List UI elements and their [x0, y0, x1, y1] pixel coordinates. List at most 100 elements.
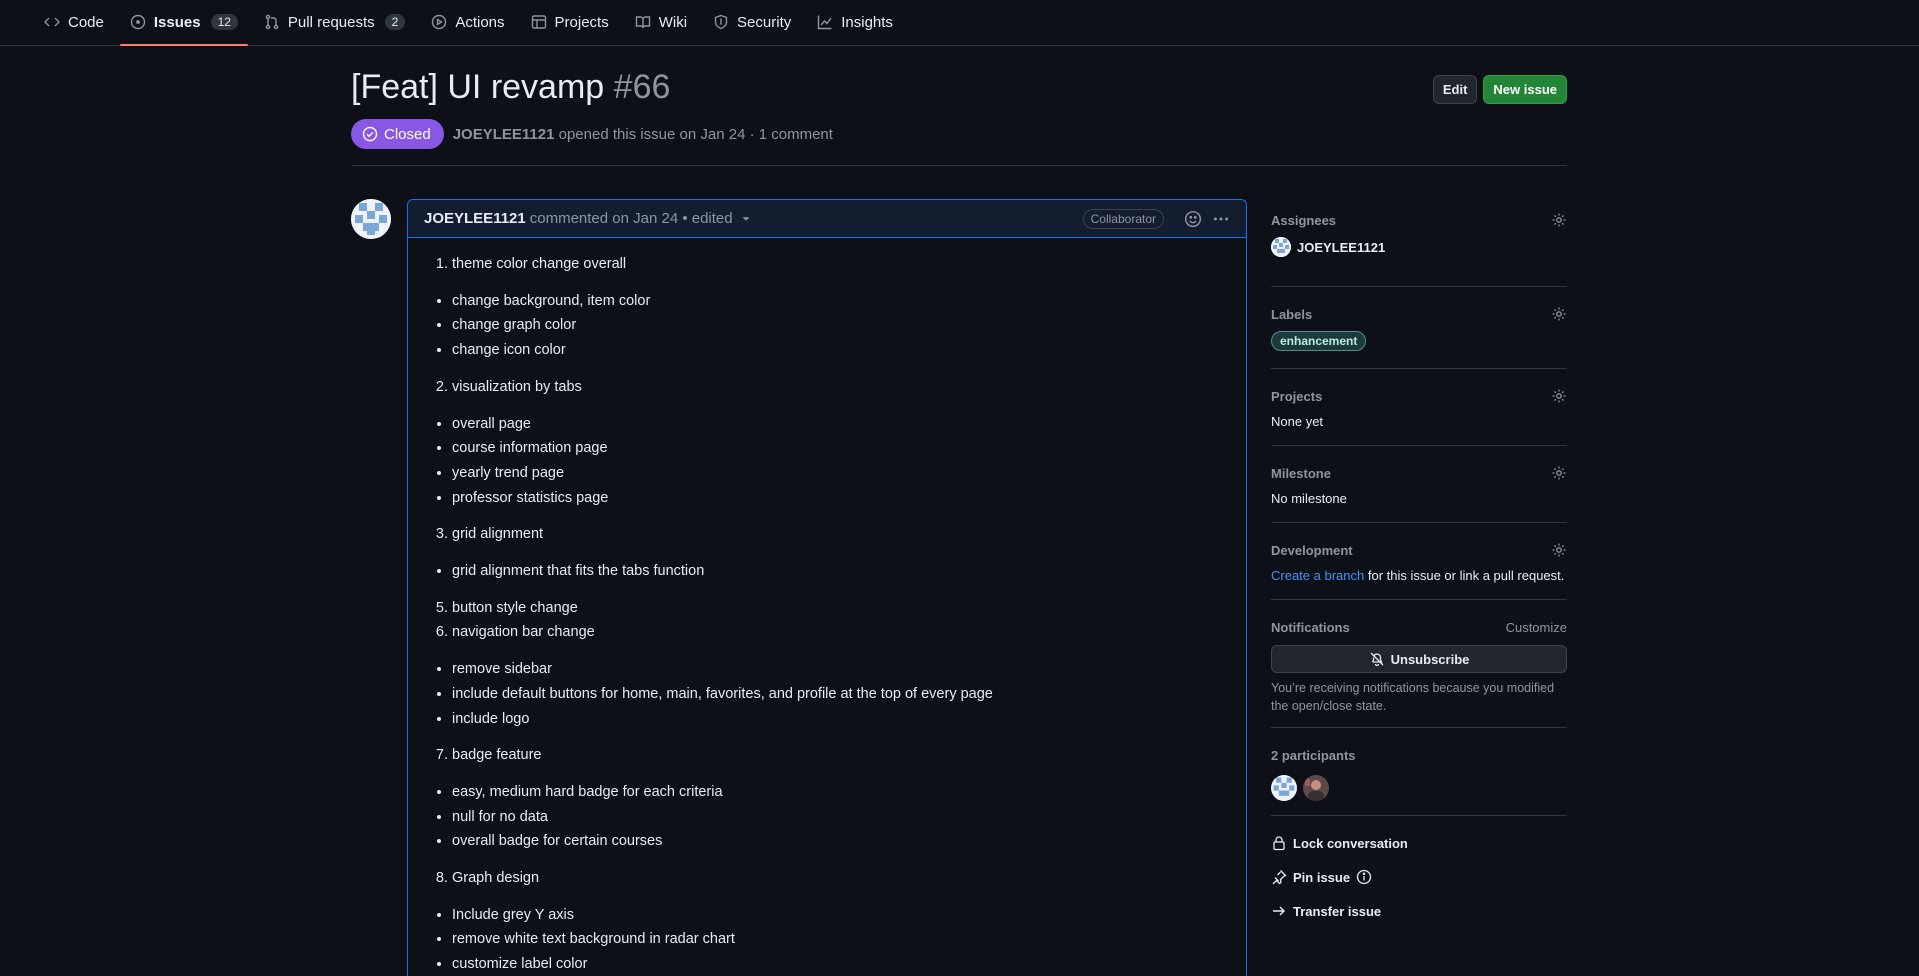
avatar: [1271, 237, 1291, 257]
bullet-list: change background, item color change gra…: [436, 289, 1230, 363]
issue-actions: Lock conversation Pin issue Transfer iss…: [1271, 816, 1567, 928]
new-issue-button[interactable]: New issue: [1483, 75, 1567, 104]
list-item: button style change: [452, 596, 1230, 621]
ordered-list: badge feature: [436, 743, 1230, 768]
gear-icon[interactable]: [1551, 388, 1567, 404]
milestone-value: No milestone: [1271, 491, 1347, 506]
tab-wiki-label: Wiki: [658, 13, 688, 31]
bell-slash-icon: [1370, 652, 1384, 667]
tab-actions[interactable]: Actions: [421, 0, 514, 45]
lock-icon: [1273, 836, 1285, 851]
kebab-horizontal-icon[interactable]: [1212, 210, 1230, 228]
list-item: yearly trend page: [452, 461, 1230, 486]
unsubscribe-button[interactable]: Unsubscribe: [1271, 645, 1567, 673]
projects-heading: Projects: [1271, 388, 1323, 404]
avatar[interactable]: [351, 199, 391, 239]
list-item: customize label color: [452, 952, 1230, 976]
pull-requests-counter: 2: [384, 14, 406, 30]
comment-header: JOEYLEE1121 commented on Jan 24 • edited…: [408, 200, 1246, 238]
list-item: include logo: [452, 707, 1230, 732]
list-item: null for no data: [452, 805, 1230, 830]
tab-code[interactable]: Code: [34, 0, 114, 45]
avatar[interactable]: [1303, 775, 1329, 801]
edit-button[interactable]: Edit: [1432, 75, 1478, 104]
list-item: overall page: [452, 412, 1230, 437]
issue-sidebar: Assignees JOEYLEE1121 Labels enhancement…: [1271, 210, 1567, 928]
projects-value: None yet: [1271, 414, 1324, 429]
notification-reason: You’re receiving notifications because y…: [1271, 681, 1555, 713]
list-item: remove sidebar: [452, 657, 1230, 682]
list-item: navigation bar change: [452, 620, 1230, 645]
tab-insights-label: Insights: [841, 13, 893, 31]
assignee-name: JOEYLEE1121: [1297, 239, 1386, 255]
chevron-down-icon[interactable]: [739, 212, 753, 226]
tab-insights[interactable]: Insights: [807, 0, 903, 45]
projects-section: Projects None yet: [1271, 369, 1567, 446]
tab-pull-requests-label: Pull requests: [287, 13, 375, 31]
issue-comment: JOEYLEE1121 commented on Jan 24 • edited…: [407, 199, 1247, 976]
ordered-list: theme color change overall: [436, 252, 1230, 277]
pull-request-icon: [265, 14, 279, 30]
bullet-list: overall page course information page yea…: [436, 412, 1230, 511]
development-text: Create a branch for this issue or link a…: [1271, 568, 1567, 583]
development-heading: Development: [1271, 542, 1353, 558]
tab-wiki[interactable]: Wiki: [625, 0, 697, 45]
gear-icon[interactable]: [1551, 212, 1567, 228]
participants-section: 2 participants: [1271, 728, 1567, 816]
list-item: course information page: [452, 436, 1230, 461]
assignee[interactable]: JOEYLEE1121: [1271, 237, 1567, 257]
tab-issues[interactable]: Issues 12: [119, 0, 248, 46]
play-icon: [432, 14, 447, 30]
lock-conversation-button[interactable]: Lock conversation: [1271, 826, 1567, 860]
label-enhancement[interactable]: enhancement: [1271, 331, 1367, 351]
status-badge: Closed: [351, 119, 444, 149]
gear-icon[interactable]: [1551, 465, 1567, 481]
list-item: remove white text background in radar ch…: [452, 927, 1230, 952]
tab-pull-requests[interactable]: Pull requests 2: [254, 0, 415, 45]
issue-meta-detail: opened this issue on Jan 24 · 1 comment: [558, 125, 833, 143]
comment-author-link[interactable]: JOEYLEE1121: [424, 210, 526, 227]
milestone-heading: Milestone: [1271, 465, 1331, 481]
avatar[interactable]: [1271, 775, 1297, 801]
status-label: Closed: [384, 125, 431, 143]
check-circle-icon: [362, 126, 378, 142]
info-icon[interactable]: [1356, 869, 1372, 885]
issue-author-link[interactable]: JOEYLEE1121: [453, 126, 555, 143]
list-item: change graph color: [452, 313, 1230, 338]
lock-label: Lock conversation: [1293, 835, 1408, 851]
book-icon: [635, 16, 650, 29]
header-divider: [351, 165, 1567, 166]
header-actions: Edit New issue: [1432, 75, 1567, 104]
participants-heading: 2 participants: [1271, 747, 1356, 763]
issue-meta-text: JOEYLEE1121 opened this issue on Jan 24 …: [453, 126, 833, 143]
ordered-list: button style change navigation bar chang…: [436, 596, 1230, 645]
tab-code-label: Code: [68, 13, 104, 31]
notifications-section: Notifications Customize Unsubscribe You’…: [1271, 600, 1567, 728]
ordered-list: grid alignment: [436, 522, 1230, 547]
tab-security[interactable]: Security: [703, 0, 801, 45]
list-item: easy, medium hard badge for each criteri…: [452, 780, 1230, 805]
tab-projects[interactable]: Projects: [521, 0, 619, 45]
create-branch-link[interactable]: Create a branch: [1271, 568, 1364, 583]
unsubscribe-label: Unsubscribe: [1390, 651, 1470, 667]
transfer-issue-button[interactable]: Transfer issue: [1271, 894, 1567, 928]
customize-link[interactable]: Customize: [1506, 620, 1567, 635]
tab-issues-label: Issues: [153, 13, 201, 31]
comment-meta: commented on Jan 24 • edited: [529, 210, 733, 227]
gear-icon[interactable]: [1551, 542, 1567, 558]
list-item: theme color change overall: [452, 252, 1230, 277]
identicon-icon: [351, 199, 391, 239]
pin-issue-button[interactable]: Pin issue: [1271, 860, 1567, 894]
smiley-icon[interactable]: [1184, 210, 1202, 228]
list-item: visualization by tabs: [452, 375, 1230, 400]
list-item: Include grey Y axis: [452, 903, 1230, 928]
list-item: grid alignment that fits the tabs functi…: [452, 559, 1230, 584]
participant-list: [1271, 775, 1567, 801]
gear-icon[interactable]: [1551, 306, 1567, 322]
list-item: change icon color: [452, 338, 1230, 363]
repo-nav: Code Issues 12 Pull requests 2 Actions P…: [0, 0, 1919, 46]
shield-icon: [714, 14, 728, 30]
bullet-list: remove sidebar include default buttons f…: [436, 657, 1230, 731]
comment-body: theme color change overall change backgr…: [408, 238, 1246, 976]
development-section: Development Create a branch for this iss…: [1271, 523, 1567, 600]
